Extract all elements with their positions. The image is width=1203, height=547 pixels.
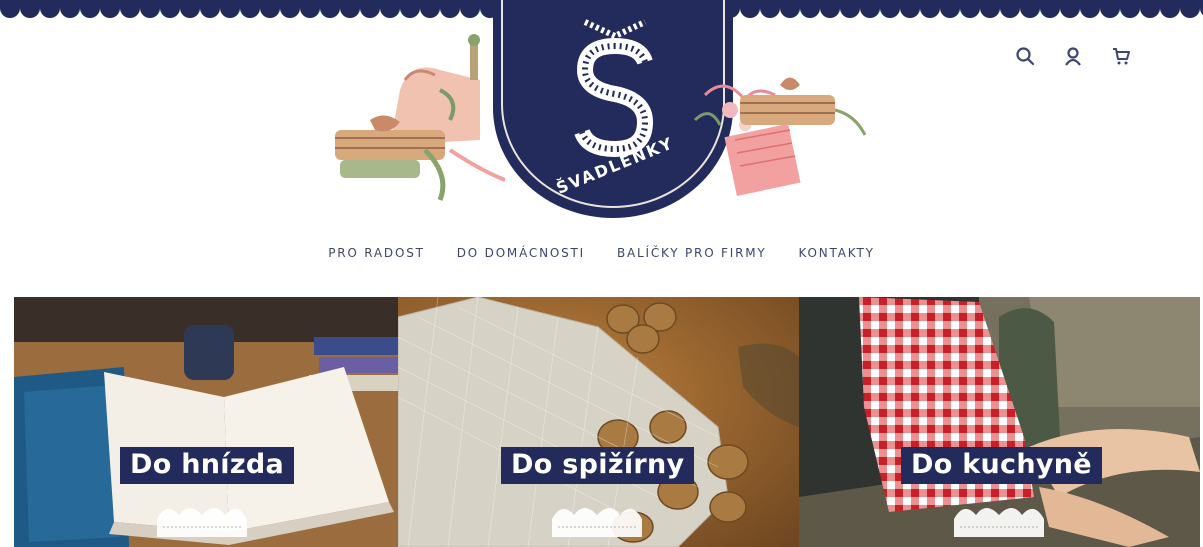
scallop bbox=[1020, 0, 1040, 18]
nav-item-balicky-pro-firmy[interactable]: BALÍČKY PRO FIRMY bbox=[601, 246, 783, 260]
scallop bbox=[40, 0, 60, 18]
scallop bbox=[280, 0, 300, 18]
scallop bbox=[240, 0, 260, 18]
scallop bbox=[140, 0, 160, 18]
scallop bbox=[1140, 0, 1160, 18]
lace-ornament-icon bbox=[552, 508, 642, 537]
category-tiles: Do hnízda Do spižírny Do kuchyně bbox=[14, 297, 1200, 547]
fabric-bundle-illustration bbox=[693, 77, 867, 196]
lace-ornament-icon bbox=[954, 508, 1044, 537]
scallop bbox=[300, 0, 320, 18]
scallop bbox=[100, 0, 120, 18]
sewing-machine-illustration bbox=[335, 34, 505, 201]
scallop bbox=[220, 0, 240, 18]
scallop bbox=[180, 0, 200, 18]
main-nav: PRO RADOST DO DOMÁCNOSTI BALÍČKY PRO FIR… bbox=[0, 246, 1203, 260]
scallop bbox=[880, 0, 900, 18]
scallop bbox=[1000, 0, 1020, 18]
site-header: ŠVADLENKY PRO RADOST DO DOMÁCNOSTI BALÍČ… bbox=[0, 0, 1203, 295]
nav-item-do-domacnosti[interactable]: DO DOMÁCNOSTI bbox=[441, 246, 601, 260]
scallop bbox=[920, 0, 940, 18]
scallop bbox=[1100, 0, 1120, 18]
scallop bbox=[1120, 0, 1140, 18]
logo[interactable]: ŠVADLENKY bbox=[330, 0, 875, 225]
tile-label[interactable]: Do spižírny bbox=[501, 447, 695, 484]
scallop bbox=[0, 0, 20, 18]
nav-item-pro-radost[interactable]: PRO RADOST bbox=[312, 246, 441, 260]
scallop bbox=[1060, 0, 1080, 18]
scallop bbox=[1040, 0, 1060, 18]
cart-icon[interactable] bbox=[1109, 44, 1133, 68]
scallop bbox=[120, 0, 140, 18]
scallop bbox=[1080, 0, 1100, 18]
scallop bbox=[980, 0, 1000, 18]
lace-ornament-icon bbox=[157, 508, 247, 537]
tile-label[interactable]: Do hnízda bbox=[120, 447, 295, 484]
user-icon[interactable] bbox=[1061, 44, 1085, 68]
scallop bbox=[20, 0, 40, 18]
scallop bbox=[80, 0, 100, 18]
scallop bbox=[940, 0, 960, 18]
nav-item-kontakty[interactable]: KONTAKTY bbox=[783, 246, 891, 260]
scallop bbox=[260, 0, 280, 18]
scallop bbox=[1160, 0, 1180, 18]
scallop bbox=[900, 0, 920, 18]
search-icon[interactable] bbox=[1013, 44, 1037, 68]
tile-do-hnizda[interactable]: Do hnízda bbox=[14, 297, 398, 547]
tile-do-kuchyne[interactable]: Do kuchyně bbox=[799, 297, 1200, 547]
header-actions bbox=[1013, 44, 1133, 68]
scallop bbox=[1180, 0, 1200, 18]
scallop bbox=[960, 0, 980, 18]
scallop bbox=[200, 0, 220, 18]
scallop bbox=[60, 0, 80, 18]
tile-label[interactable]: Do kuchyně bbox=[901, 447, 1102, 484]
scallop bbox=[160, 0, 180, 18]
tile-do-spizirny[interactable]: Do spižírny bbox=[398, 297, 799, 547]
